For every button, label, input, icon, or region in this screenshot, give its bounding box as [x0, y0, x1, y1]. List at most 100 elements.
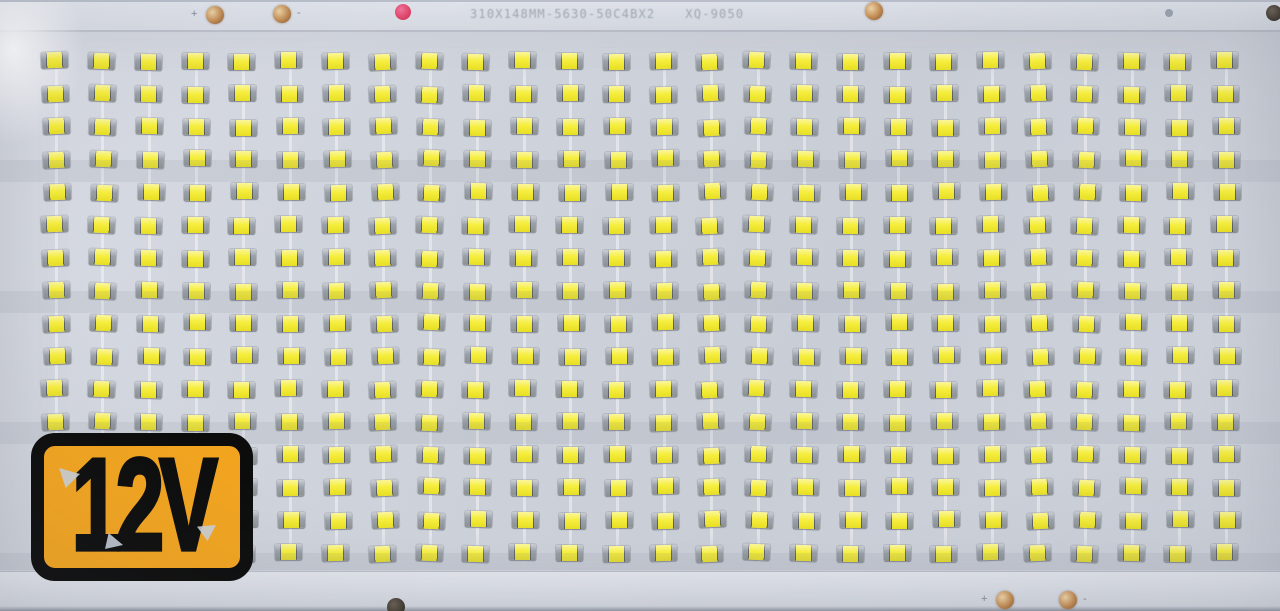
led-chip — [602, 545, 630, 563]
led-chip — [1117, 544, 1145, 561]
led-chip — [40, 51, 69, 69]
led-chip — [462, 248, 491, 266]
led-chip — [1071, 413, 1099, 431]
led-chip — [791, 314, 820, 332]
led-chip — [1117, 52, 1145, 69]
led-chip — [930, 53, 958, 70]
led-chip — [976, 51, 1005, 69]
led-chip — [792, 512, 820, 530]
led-chip — [464, 510, 493, 528]
led-chip — [884, 414, 912, 431]
led-chip — [181, 52, 209, 69]
led-chip — [1025, 150, 1054, 168]
pad-bottom-right-positive-polarity-mark: + — [981, 593, 988, 605]
led-chip — [930, 85, 959, 102]
led-chip — [182, 86, 210, 103]
pad-bottom-right-positive — [996, 591, 1014, 609]
led-chip — [1164, 545, 1192, 562]
led-chip — [369, 117, 398, 135]
led-chip — [1213, 348, 1241, 365]
voltage-label: 12V — [70, 433, 219, 578]
led-chip — [931, 283, 959, 300]
led-chip — [463, 283, 491, 300]
led-chip — [1164, 217, 1192, 234]
led-chip — [40, 215, 69, 233]
led-chip — [603, 445, 632, 462]
led-chip — [698, 510, 727, 528]
led-chip — [42, 151, 71, 169]
led-chip — [369, 413, 397, 431]
led-chip — [742, 51, 771, 69]
led-chip — [649, 52, 677, 69]
led-chip — [886, 512, 914, 529]
led-chip — [182, 118, 211, 135]
led-chip — [415, 86, 444, 104]
led-chip — [1117, 86, 1146, 104]
led-chip — [324, 512, 352, 530]
led-chip — [464, 346, 493, 364]
led-chip — [229, 119, 257, 136]
led-chip — [555, 53, 583, 69]
led-chip — [836, 381, 864, 399]
led-chip — [184, 184, 212, 201]
led-chip — [885, 150, 913, 167]
led-chip — [182, 414, 210, 431]
led-chip — [602, 217, 630, 235]
led-chip — [1024, 84, 1052, 102]
led-chip — [229, 85, 256, 102]
led-chip — [274, 215, 303, 233]
led-chip — [791, 282, 819, 300]
led-chip — [651, 314, 679, 331]
led-chip — [555, 545, 583, 561]
led-chip — [509, 86, 537, 103]
led-chip — [649, 250, 678, 268]
led-chip — [698, 314, 726, 332]
led-chip — [42, 281, 70, 299]
led-chip — [931, 119, 959, 136]
voltage-badge: 12V — [31, 433, 253, 581]
led-chip — [836, 217, 864, 235]
led-chip — [183, 314, 211, 331]
led-chip — [837, 445, 866, 462]
led-chip — [932, 315, 960, 332]
led-chip — [43, 183, 72, 201]
led-chip — [1023, 380, 1052, 398]
led-chip — [697, 283, 726, 301]
led-chip — [602, 381, 630, 399]
led-chip — [838, 479, 866, 497]
led-chip — [1024, 412, 1052, 430]
led-chip — [1072, 315, 1101, 333]
led-chip — [277, 183, 306, 201]
led-chip — [698, 478, 726, 496]
led-chip — [603, 413, 631, 430]
led-chip — [1118, 446, 1147, 463]
led-chip — [322, 248, 350, 266]
led-chip — [136, 151, 165, 169]
led-chip — [277, 152, 305, 169]
led-chip — [744, 281, 772, 299]
led-chip — [695, 216, 724, 235]
led-chip — [1072, 479, 1101, 497]
led-chip — [978, 281, 1006, 299]
led-chip — [323, 314, 352, 332]
led-chip — [1072, 151, 1101, 169]
led-chip — [370, 315, 399, 333]
led-chip — [979, 511, 1008, 529]
led-chip — [89, 314, 118, 332]
led-chip — [979, 347, 1008, 365]
led-chip — [464, 479, 492, 496]
led-chip — [649, 544, 677, 561]
led-chip — [463, 447, 491, 464]
led-chip — [510, 445, 538, 463]
led-chip — [652, 184, 680, 202]
led-chip — [324, 184, 352, 202]
led-chip — [792, 184, 820, 202]
led-chip — [230, 151, 258, 168]
pad-bottom-right-negative-polarity-mark: - — [1083, 593, 1087, 605]
led-chip — [511, 511, 540, 529]
led-chip — [649, 414, 678, 432]
led-chip — [884, 118, 912, 135]
led-chip — [977, 413, 1006, 431]
led-chip — [276, 445, 304, 463]
led-chip — [836, 53, 864, 71]
